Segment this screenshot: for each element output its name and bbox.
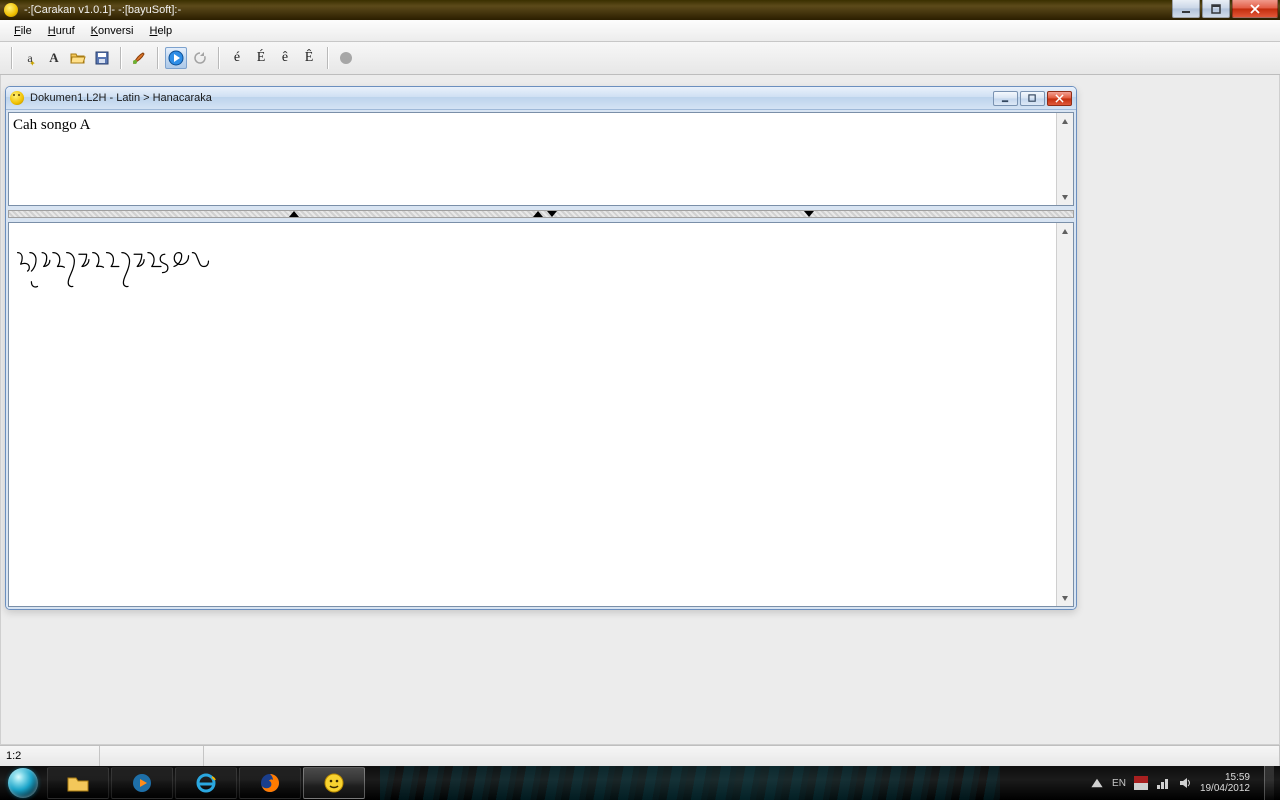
show-desktop-button[interactable]	[1264, 766, 1274, 800]
close-button[interactable]	[1232, 0, 1278, 18]
tray-language[interactable]: EN	[1112, 778, 1126, 789]
statusbar: 1:2	[0, 745, 1280, 766]
pane-splitter[interactable]	[8, 210, 1074, 218]
menu-konversi[interactable]: Konversi	[83, 23, 142, 39]
menu-file-label: ile	[21, 25, 32, 37]
minimize-button[interactable]	[1172, 0, 1200, 18]
doc-minimize-button[interactable]	[993, 91, 1018, 106]
task-ie[interactable]	[175, 767, 237, 799]
menu-help-label: elp	[157, 25, 172, 37]
document-window: Dokumen1.L2H - Latin > Hanacaraka Cah so…	[5, 86, 1077, 610]
flag-icon[interactable]	[1134, 776, 1148, 790]
separator-icon	[120, 47, 121, 69]
document-title: Dokumen1.L2H - Latin > Hanacaraka	[30, 92, 212, 104]
run-button[interactable]	[165, 47, 187, 69]
status-cell-rest	[204, 746, 1280, 766]
menu-konversi-label: onversi	[98, 25, 133, 37]
circle-icon	[340, 52, 352, 64]
javanese-script-icon	[13, 245, 258, 291]
separator-icon	[157, 47, 158, 69]
doc-maximize-button[interactable]	[1020, 91, 1045, 106]
task-explorer[interactable]	[47, 767, 109, 799]
task-carakan[interactable]	[303, 767, 365, 799]
toolbar: a✦ A é É ê Ê	[0, 42, 1280, 75]
menu-file[interactable]: File	[6, 23, 40, 39]
document-body: Cah songo A	[6, 110, 1076, 609]
task-firefox[interactable]	[239, 767, 301, 799]
new-doc-alt-button[interactable]: A	[43, 47, 65, 69]
scroll-up-icon[interactable]	[1057, 223, 1073, 240]
scrollbar[interactable]	[1056, 223, 1073, 606]
separator-icon	[11, 47, 12, 69]
status-cell-2	[100, 746, 204, 766]
maximize-button[interactable]	[1202, 0, 1230, 18]
tray-up-icon[interactable]	[1090, 776, 1104, 790]
doc-close-button[interactable]	[1047, 91, 1072, 106]
task-mediaplayer[interactable]	[111, 767, 173, 799]
tray-date: 19/04/2012	[1200, 783, 1250, 794]
separator-icon	[218, 47, 219, 69]
status-cursor-pos: 1:2	[0, 746, 100, 766]
menu-huruf-label: uruf	[56, 25, 75, 37]
record-button[interactable]	[335, 47, 357, 69]
hanacaraka-output[interactable]	[13, 245, 1055, 602]
latin-input-pane: Cah songo A	[8, 112, 1074, 206]
network-icon[interactable]	[1156, 776, 1170, 790]
smiley-icon	[4, 3, 18, 17]
app-titlebar: -:[Carakan v1.0.1]- -:[bayuSoft]:-	[0, 0, 1280, 20]
brush-button[interactable]	[128, 47, 150, 69]
scroll-down-icon[interactable]	[1057, 188, 1073, 205]
e-acute-upper-button[interactable]: É	[250, 47, 272, 69]
scrollbar[interactable]	[1056, 113, 1073, 205]
latin-input[interactable]: Cah songo A	[13, 117, 1055, 201]
scroll-up-icon[interactable]	[1057, 113, 1073, 130]
window-controls	[1172, 0, 1280, 20]
taskbar: EN 15:59 19/04/2012	[0, 766, 1280, 800]
refresh-button[interactable]	[189, 47, 211, 69]
document-titlebar[interactable]: Dokumen1.L2H - Latin > Hanacaraka	[6, 87, 1076, 110]
hanacaraka-output-pane	[8, 222, 1074, 607]
menu-help[interactable]: Help	[141, 23, 180, 39]
mdi-area: Dokumen1.L2H - Latin > Hanacaraka Cah so…	[0, 75, 1280, 745]
open-button[interactable]	[67, 47, 89, 69]
scroll-down-icon[interactable]	[1057, 589, 1073, 606]
app-title: -:[Carakan v1.0.1]- -:[bayuSoft]:-	[24, 4, 181, 16]
smiley-icon	[10, 91, 24, 105]
document-window-controls	[993, 91, 1072, 106]
save-button[interactable]	[91, 47, 113, 69]
volume-icon[interactable]	[1178, 776, 1192, 790]
latin-input-text: Cah songo A	[13, 117, 91, 133]
tray-time: 15:59	[1200, 772, 1250, 783]
e-circumflex-lower-button[interactable]: ê	[274, 47, 296, 69]
new-doc-button[interactable]: a✦	[19, 47, 41, 69]
separator-icon	[327, 47, 328, 69]
menu-huruf[interactable]: Huruf	[40, 23, 83, 39]
e-acute-lower-button[interactable]: é	[226, 47, 248, 69]
tray-clock[interactable]: 15:59 19/04/2012	[1200, 772, 1250, 794]
start-orb-icon	[8, 768, 38, 798]
system-tray: EN 15:59 19/04/2012	[1090, 766, 1280, 800]
menubar: File Huruf Konversi Help	[0, 20, 1280, 42]
start-button[interactable]	[0, 766, 46, 800]
e-circumflex-upper-button[interactable]: Ê	[298, 47, 320, 69]
